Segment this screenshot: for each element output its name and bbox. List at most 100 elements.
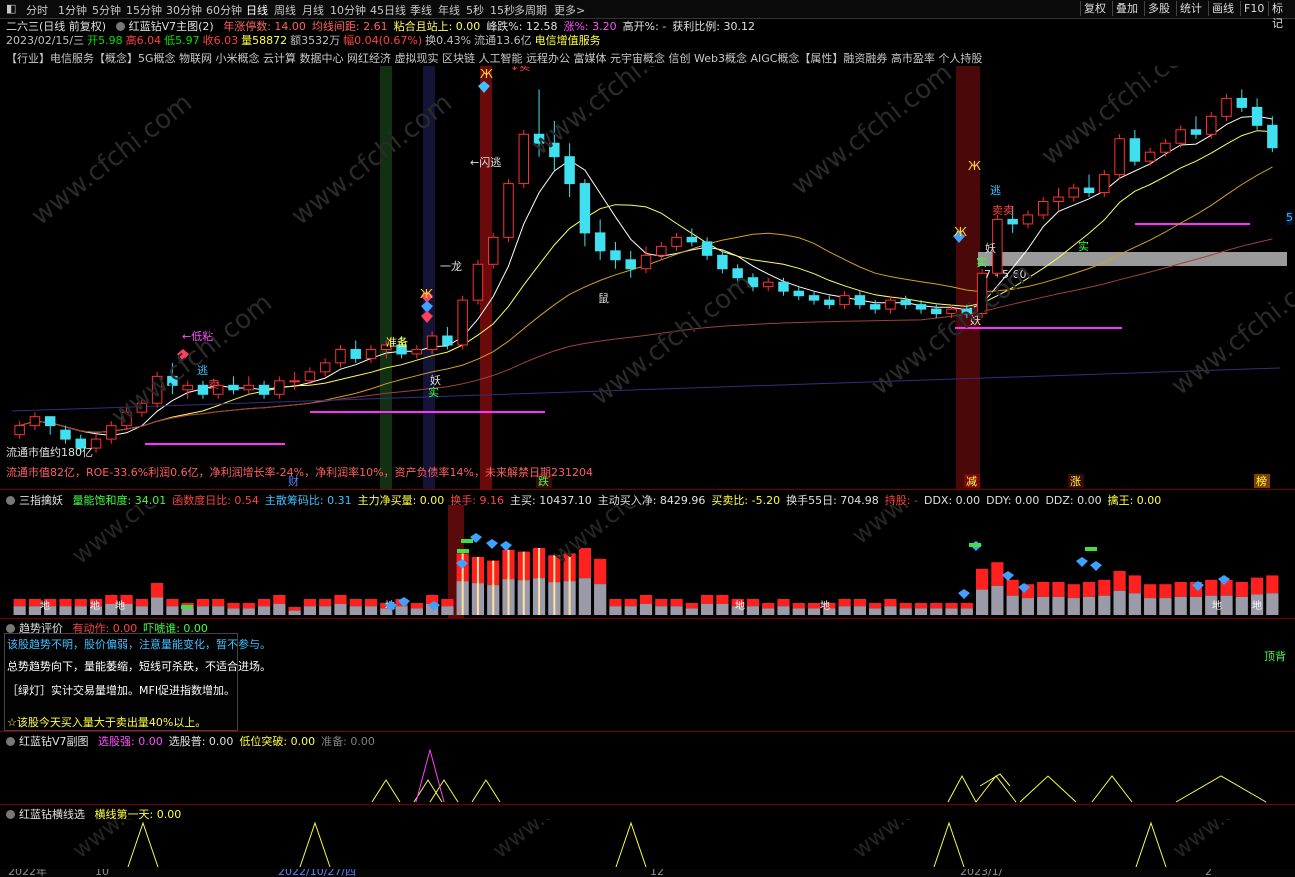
period-16[interactable]: 更多> — [554, 2, 585, 18]
candle-body[interactable] — [869, 304, 881, 310]
toolbar-btn-2[interactable]: 多股 — [1144, 1, 1173, 16]
candle-body[interactable] — [258, 384, 270, 395]
candle-body[interactable] — [1129, 138, 1141, 162]
candle-body[interactable] — [365, 348, 377, 359]
candle-body[interactable] — [106, 425, 117, 440]
candle-body[interactable] — [640, 254, 652, 270]
candle-body[interactable] — [717, 254, 728, 270]
candle-body[interactable] — [44, 416, 56, 427]
candle-body[interactable] — [1206, 115, 1217, 135]
panel-toggle-icon[interactable] — [6, 496, 15, 505]
candle-body[interactable] — [793, 290, 805, 297]
candle-body[interactable] — [1007, 218, 1018, 225]
candle-body[interactable] — [854, 295, 866, 306]
candle-body[interactable] — [1144, 151, 1156, 162]
candle-body[interactable] — [1022, 214, 1034, 225]
candle-body[interactable] — [182, 384, 193, 391]
candle-body[interactable] — [824, 299, 835, 306]
candle-body[interactable] — [1037, 201, 1049, 216]
candle-body[interactable] — [197, 384, 209, 395]
candle-body[interactable] — [701, 241, 713, 256]
candle-body[interactable] — [564, 156, 575, 185]
toolbar-btn-0[interactable]: 复权 — [1080, 1, 1109, 16]
candle-body[interactable] — [518, 133, 530, 185]
candle-body[interactable] — [335, 348, 346, 364]
candle-body[interactable] — [487, 236, 499, 265]
candle-body[interactable] — [1175, 129, 1186, 144]
candle-body[interactable] — [289, 380, 300, 383]
candle-body[interactable] — [1068, 187, 1079, 198]
candle-body[interactable] — [671, 236, 682, 247]
period-4[interactable]: 30分钟 — [166, 2, 202, 18]
candle-body[interactable] — [579, 183, 591, 234]
hx-signal-chart[interactable]: www.cfchi.com www.cfchi.com www.cfchi.com w… — [0, 819, 1295, 869]
layout-icon[interactable]: ◧ — [6, 2, 16, 15]
candle-body[interactable] — [931, 308, 942, 315]
main-indicator-name[interactable]: 红蓝钻V7主图(2) — [129, 20, 214, 33]
candle-body[interactable] — [610, 250, 621, 261]
candle-body[interactable] — [1160, 142, 1171, 153]
period-2[interactable]: 5分钟 — [92, 2, 121, 18]
period-13[interactable]: 5秒 — [466, 2, 484, 18]
toolbar-btn-6[interactable]: 标记 — [1268, 1, 1295, 30]
period-6[interactable]: 日线 — [246, 2, 268, 18]
candle-body[interactable] — [1251, 106, 1263, 126]
toolbar-btn-5[interactable]: F10 — [1240, 1, 1267, 16]
candle-body[interactable] — [350, 348, 361, 359]
period-10[interactable]: 45日线 — [370, 2, 406, 18]
candle-body[interactable] — [656, 245, 667, 256]
period-11[interactable]: 季线 — [410, 2, 432, 18]
candle-body[interactable] — [14, 425, 25, 436]
toolbar-btn-4[interactable]: 画线 — [1208, 1, 1237, 16]
candle-body[interactable] — [228, 384, 239, 391]
candle-body[interactable] — [686, 236, 698, 243]
panel-toggle-icon[interactable] — [6, 810, 15, 819]
period-3[interactable]: 15分钟 — [126, 2, 162, 18]
candle-body[interactable] — [839, 295, 850, 306]
panel-toggle-icon[interactable] — [6, 624, 15, 633]
candle-body[interactable] — [915, 304, 927, 310]
period-5[interactable]: 60分钟 — [206, 2, 242, 18]
period-8[interactable]: 月线 — [302, 2, 324, 18]
period-7[interactable]: 周线 — [274, 2, 296, 18]
candle-body[interactable] — [304, 371, 316, 382]
candle-body[interactable] — [1236, 97, 1248, 108]
period-15[interactable]: 多周期 — [514, 2, 547, 18]
candle-body[interactable] — [885, 299, 896, 310]
candle-body[interactable] — [1190, 129, 1202, 135]
main-candlestick-chart[interactable]: ←低粘逃卖准备妖实一龙鼠↓卖←闪逃逃卖卖妖妖7 - 5.60实实ЖЖЖЖ财跌减涨… — [0, 66, 1295, 490]
candle-body[interactable] — [319, 362, 331, 373]
candle-body[interactable] — [900, 299, 911, 306]
indicator-toggle-icon[interactable] — [115, 22, 125, 31]
candle-body[interactable] — [426, 335, 438, 350]
toolbar-btn-1[interactable]: 叠加 — [1112, 1, 1141, 16]
period-1[interactable]: 1分钟 — [58, 2, 87, 18]
candle-body[interactable] — [1083, 187, 1095, 194]
period-14[interactable]: 15秒 — [490, 2, 515, 18]
candle-body[interactable] — [1053, 196, 1064, 203]
candle-body[interactable] — [503, 183, 514, 238]
candle-body[interactable] — [762, 281, 774, 288]
candle-body[interactable] — [808, 295, 820, 301]
candle-body[interactable] — [29, 416, 41, 427]
candle-body[interactable] — [472, 263, 484, 301]
candle-body[interactable] — [60, 429, 71, 440]
candle-body[interactable] — [778, 281, 789, 292]
candle-body[interactable] — [243, 384, 255, 391]
sub-signal-chart[interactable] — [0, 746, 1295, 804]
candle-body[interactable] — [1267, 124, 1278, 149]
period-12[interactable]: 年线 — [438, 2, 460, 18]
candle-body[interactable] — [411, 348, 423, 355]
period-0[interactable]: 分时 — [26, 2, 48, 18]
candle-body[interactable] — [442, 335, 453, 346]
candle-body[interactable] — [1221, 97, 1232, 117]
candle-body[interactable] — [1114, 138, 1125, 176]
toolbar-btn-3[interactable]: 统计 — [1176, 1, 1205, 16]
candle-body[interactable] — [625, 259, 636, 270]
candle-body[interactable] — [274, 380, 285, 395]
candle-body[interactable] — [594, 232, 606, 252]
candle-body[interactable] — [457, 299, 468, 346]
period-9[interactable]: 10分钟 — [330, 2, 366, 18]
candle-body[interactable] — [1099, 174, 1110, 194]
panel-toggle-icon[interactable] — [6, 737, 15, 746]
